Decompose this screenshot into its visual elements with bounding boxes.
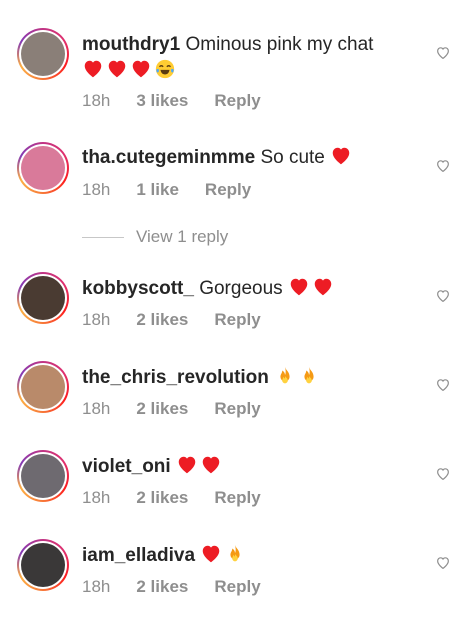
reply-button[interactable]: Reply xyxy=(205,180,251,200)
red-heart-icon xyxy=(332,147,350,165)
username-link[interactable]: iam_elladiva xyxy=(82,545,195,566)
comment-meta: 18h 2 likes Reply xyxy=(82,310,261,330)
like-heart-icon[interactable] xyxy=(435,377,451,393)
like-heart-icon[interactable] xyxy=(435,45,451,61)
red-heart-icon xyxy=(203,545,220,563)
red-heart-icon xyxy=(202,456,220,474)
likes-count[interactable]: 2 likes xyxy=(136,577,188,597)
comment-line: tha.cutegeminmme So cute xyxy=(82,145,354,170)
timestamp: 18h xyxy=(82,310,111,329)
username-link[interactable]: tha.cutegeminmme xyxy=(82,147,255,168)
like-heart-icon[interactable] xyxy=(435,288,451,304)
avatar[interactable] xyxy=(21,454,65,498)
username-link[interactable]: the_chris_revolution xyxy=(82,367,269,388)
avatar[interactable] xyxy=(21,543,65,587)
story-ring[interactable] xyxy=(17,539,69,591)
avatar[interactable] xyxy=(21,276,65,320)
comment-text: So cute xyxy=(260,147,325,168)
reply-button[interactable]: Reply xyxy=(214,310,260,330)
tears-of-joy-icon xyxy=(155,59,175,79)
comment-text: Ominous pink my chat xyxy=(185,34,374,55)
likes-count[interactable]: 2 likes xyxy=(136,310,188,330)
story-ring[interactable] xyxy=(17,142,69,194)
comment-meta: 18h 2 likes Reply xyxy=(82,399,261,419)
timestamp: 18h xyxy=(82,91,111,110)
likes-count[interactable]: 2 likes xyxy=(136,399,188,419)
comment-meta: 18h 2 likes Reply xyxy=(82,488,261,508)
timestamp: 18h xyxy=(82,180,111,199)
comment-meta: 18h 3 likes Reply xyxy=(82,91,261,111)
divider xyxy=(82,237,124,239)
likes-count[interactable]: 1 like xyxy=(136,180,179,200)
red-heart-icon xyxy=(132,60,150,78)
avatar[interactable] xyxy=(21,146,65,190)
comment-line: violet_oni xyxy=(82,454,224,479)
comment-text: Gorgeous xyxy=(199,278,283,299)
reply-button[interactable]: Reply xyxy=(214,399,260,419)
avatar[interactable] xyxy=(21,32,65,76)
reply-button[interactable]: Reply xyxy=(214,488,260,508)
timestamp: 18h xyxy=(82,577,111,596)
like-heart-icon[interactable] xyxy=(435,555,451,571)
comment-line: the_chris_revolution xyxy=(82,365,322,390)
red-heart-icon xyxy=(314,278,332,296)
comment-line: iam_elladiva xyxy=(82,543,248,568)
like-heart-icon[interactable] xyxy=(435,158,451,174)
story-ring[interactable] xyxy=(17,272,69,324)
likes-count[interactable]: 3 likes xyxy=(136,91,188,111)
username-link[interactable]: mouthdry1 xyxy=(82,34,180,55)
reply-button[interactable]: Reply xyxy=(214,91,260,111)
comment-meta: 18h 1 like Reply xyxy=(82,180,251,200)
comment-line: mouthdry1 Ominous pink my chat xyxy=(82,33,373,57)
emoji-line xyxy=(82,58,178,83)
like-heart-icon[interactable] xyxy=(435,466,451,482)
timestamp: 18h xyxy=(82,399,111,418)
view-replies-button[interactable]: View 1 reply xyxy=(82,227,228,247)
timestamp: 18h xyxy=(82,488,111,507)
fire-icon xyxy=(304,366,314,384)
view-replies-label: View 1 reply xyxy=(136,227,229,246)
red-heart-icon xyxy=(84,60,102,78)
story-ring[interactable] xyxy=(17,28,69,80)
comment-meta: 18h 2 likes Reply xyxy=(82,577,261,597)
red-heart-icon xyxy=(108,60,126,78)
username-link[interactable]: violet_oni xyxy=(82,456,171,477)
likes-count[interactable]: 2 likes xyxy=(136,488,188,508)
story-ring[interactable] xyxy=(17,361,69,413)
avatar[interactable] xyxy=(21,365,65,409)
story-ring[interactable] xyxy=(17,450,69,502)
username-link[interactable]: kobbyscott_ xyxy=(82,278,194,299)
red-heart-icon xyxy=(290,278,308,296)
fire-icon xyxy=(280,366,290,384)
fire-icon xyxy=(230,544,240,562)
red-heart-icon xyxy=(178,456,196,474)
comment-line: kobbyscott_ Gorgeous xyxy=(82,276,336,301)
reply-button[interactable]: Reply xyxy=(214,577,260,597)
